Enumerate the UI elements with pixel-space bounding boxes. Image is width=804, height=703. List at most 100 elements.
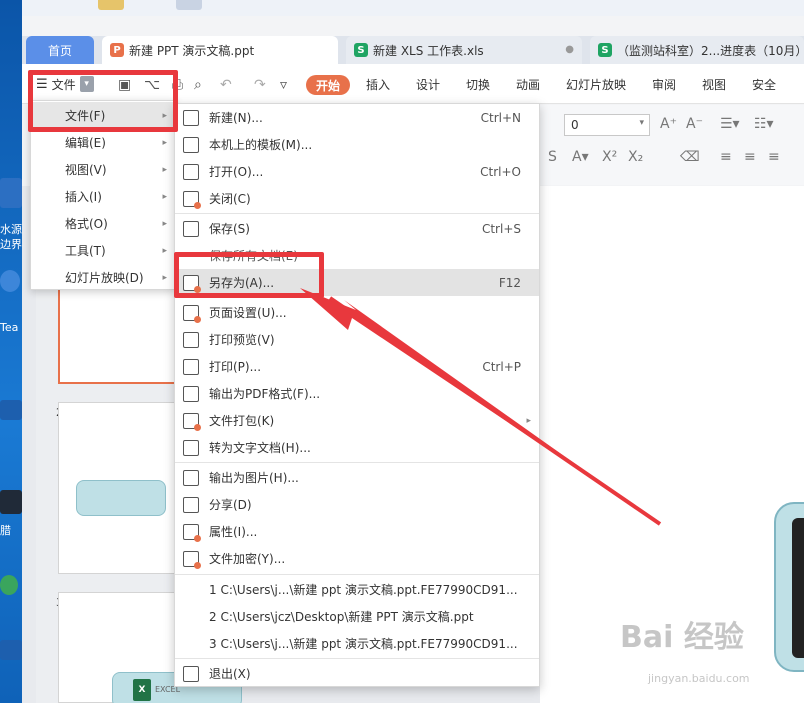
clear-format-icon[interactable]: ⌫: [680, 149, 700, 165]
bullet-list-icon[interactable]: ☰▾: [720, 116, 740, 132]
font-color-icon[interactable]: A▾: [572, 149, 589, 165]
desktop-app-icon[interactable]: [0, 270, 20, 292]
chevron-right-icon: ▸: [162, 272, 167, 283]
recent-file-item[interactable]: 2 C:\Users\jcz\Desktop\新建 PPT 演示文稿.ppt: [175, 603, 539, 630]
file-submenu: 新建(N)... Ctrl+N 本机上的模板(M)... 打开(O)... Ct…: [174, 103, 540, 687]
menu-item-exit[interactable]: 退出(X): [175, 660, 539, 687]
tab-design[interactable]: 设计: [416, 76, 440, 93]
strikethrough-icon[interactable]: S: [548, 149, 557, 165]
menu-item-print[interactable]: 打印(P)... Ctrl+P: [175, 353, 539, 380]
menu-item-share[interactable]: 分享(D): [175, 491, 539, 518]
menu-item-insert[interactable]: 插入(I) ▸: [31, 183, 175, 210]
chevron-right-icon: ▸: [526, 415, 531, 426]
watermark-url: jingyan.baidu.com: [648, 672, 750, 685]
menu-item-format[interactable]: 格式(O) ▸: [31, 210, 175, 237]
menu-item-package[interactable]: 文件打包(K) ▸: [175, 407, 539, 434]
desktop-app-icon[interactable]: [0, 575, 18, 595]
menu-separator: [175, 462, 539, 463]
tab-security[interactable]: 安全: [752, 76, 776, 93]
tab-home[interactable]: 首页: [26, 36, 94, 64]
menu-item-print-preview[interactable]: 打印预览(V): [175, 326, 539, 353]
font-size-select[interactable]: 0 ▾: [564, 114, 650, 136]
menu-item-label: 分享(D): [209, 498, 252, 512]
tab-review[interactable]: 审阅: [652, 76, 676, 93]
exit-icon: [183, 665, 199, 682]
desktop-label: Tea: [0, 321, 19, 334]
chevron-right-icon: ▸: [162, 245, 167, 256]
slide-shape-inner: [792, 518, 804, 658]
tab-start[interactable]: 开始: [306, 75, 350, 95]
annotation-box-save-as: [174, 252, 324, 298]
menu-item-slideshow[interactable]: 幻灯片放映(D) ▸: [31, 264, 175, 291]
align-center-icon[interactable]: ≡: [744, 149, 756, 165]
template-icon: [183, 136, 199, 153]
menu-item-label: 幻灯片放映(D): [65, 271, 144, 285]
folder-open-icon: [183, 163, 199, 180]
desktop-folder-icon: [98, 0, 124, 10]
tab-insert[interactable]: 插入: [366, 76, 390, 93]
grow-font-icon[interactable]: A⁺: [660, 116, 677, 132]
menu-item-encrypt[interactable]: 文件加密(Y)...: [175, 545, 539, 572]
recent-file-item[interactable]: 1 C:\Users\j...\新建 ppt 演示文稿.ppt.FE77990C…: [175, 576, 539, 603]
format-toolbar: 0 ▾ A⁺ A⁻ S A▾ X² X₂ ⌫ ☰▾ ☷▾ ≡ ≡ ≡: [540, 105, 804, 185]
menu-item-export-image[interactable]: 输出为图片(H)...: [175, 464, 539, 491]
menu-item-save[interactable]: 保存(S) Ctrl+S: [175, 215, 539, 242]
menu-item-label: 新建(N)...: [209, 111, 263, 125]
tab-ppt-document[interactable]: P 新建 PPT 演示文稿.ppt: [102, 36, 338, 64]
desktop-app-icon[interactable]: [0, 178, 22, 208]
desktop-label: 腊: [0, 524, 11, 537]
convert-text-icon: [183, 439, 199, 456]
menu-item-label: 关闭(C): [209, 192, 251, 206]
chevron-right-icon: ▸: [162, 137, 167, 148]
excel-icon: X: [133, 679, 151, 701]
menu-item-new[interactable]: 新建(N)... Ctrl+N: [175, 104, 539, 131]
tab-view[interactable]: 视图: [702, 76, 726, 93]
menu-item-label: 文件加密(Y)...: [209, 552, 286, 566]
package-icon: [183, 412, 201, 431]
superscript-icon[interactable]: X²: [602, 149, 617, 165]
align-right-icon[interactable]: ≡: [768, 149, 780, 165]
page-setup-icon: [183, 304, 201, 323]
redo-icon[interactable]: ↷: [254, 77, 266, 93]
image-icon: [183, 469, 199, 486]
desktop-app-icon[interactable]: [0, 640, 22, 660]
numbered-list-icon[interactable]: ☷▾: [754, 116, 774, 132]
menu-item-page-setup[interactable]: 页面设置(U)...: [175, 299, 539, 326]
menu-item-label: 保存(S): [209, 222, 250, 236]
tab-animation[interactable]: 动画: [516, 76, 540, 93]
align-left-icon[interactable]: ≡: [720, 149, 732, 165]
menu-item-export-pdf[interactable]: 输出为PDF格式(F)...: [175, 380, 539, 407]
print-preview-icon: [183, 331, 199, 348]
menu-item-to-text[interactable]: 转为文字文档(H)...: [175, 434, 539, 461]
annotation-box-file-button: [28, 70, 178, 132]
menu-item-properties[interactable]: 属性(I)...: [175, 518, 539, 545]
tab-transition[interactable]: 切换: [466, 76, 490, 93]
menu-item-label: 属性(I)...: [209, 525, 258, 539]
print-icon: [183, 358, 199, 375]
menu-separator: [175, 213, 539, 214]
tab-slideshow[interactable]: 幻灯片放映: [566, 76, 626, 93]
desktop-app-icon[interactable]: [0, 490, 22, 514]
undo-icon[interactable]: ↶: [220, 77, 232, 93]
shortcut-label: Ctrl+P: [482, 359, 521, 374]
tab-xls-document[interactable]: S 新建 XLS 工作表.xls ●: [346, 36, 582, 64]
shrink-font-icon[interactable]: A⁻: [686, 116, 703, 132]
desktop-app-icon[interactable]: [0, 400, 22, 420]
slide-shape[interactable]: [774, 502, 804, 672]
recent-file-item[interactable]: 3 C:\Users\j...\新建 ppt 演示文稿.ppt.FE77990C…: [175, 630, 539, 657]
menu-item-close[interactable]: 关闭(C): [175, 185, 539, 212]
menu-item-open[interactable]: 打开(O)... Ctrl+O: [175, 158, 539, 185]
menu-item-view[interactable]: 视图(V) ▸: [31, 156, 175, 183]
more-icon[interactable]: ▿: [280, 77, 287, 93]
share-icon: [183, 496, 199, 513]
menu-item-template[interactable]: 本机上的模板(M)...: [175, 131, 539, 158]
ppt-icon: P: [110, 43, 124, 57]
tab-progress-sheet[interactable]: S （监测站科室）2...进度表（10月）: [590, 36, 804, 64]
watermark-logo: Bai 经验: [620, 620, 744, 655]
subscript-icon[interactable]: X₂: [628, 149, 643, 165]
menu-item-tools[interactable]: 工具(T) ▸: [31, 237, 175, 264]
menu-item-label: 退出(X): [209, 667, 251, 681]
close-dot-icon[interactable]: ●: [565, 44, 574, 55]
preview-icon[interactable]: ⌕: [194, 77, 202, 93]
menu-item-edit[interactable]: 编辑(E) ▸: [31, 129, 175, 156]
